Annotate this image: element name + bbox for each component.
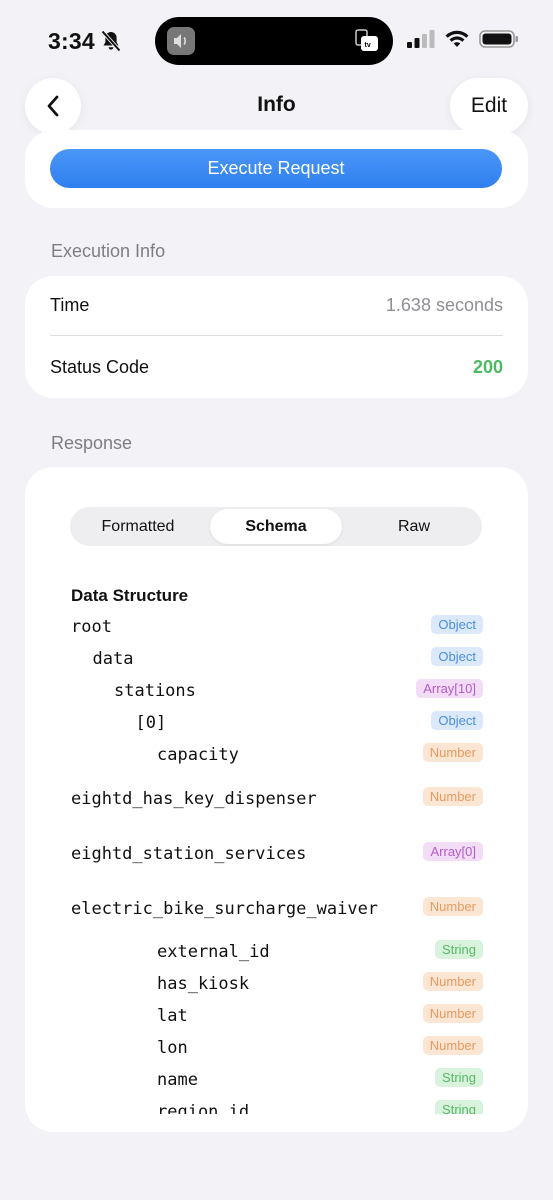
execute-request-button[interactable]: Execute Request xyxy=(50,149,502,188)
schema-row[interactable]: external_id String xyxy=(25,940,528,974)
schema-type-badge: Number xyxy=(422,1036,483,1055)
response-header: Response xyxy=(51,433,133,453)
schema-type-badge: Number xyxy=(422,743,483,762)
dynamic-island[interactable]: tv xyxy=(155,17,393,65)
wifi-icon xyxy=(445,30,469,47)
schema-row[interactable]: root Object xyxy=(25,615,528,649)
execution-info-header: Execution Info xyxy=(51,241,166,261)
schema-type-badge: Number xyxy=(422,1004,483,1023)
battery-icon xyxy=(479,30,518,48)
schema-row[interactable]: data Object xyxy=(25,647,528,681)
schema-field-name: lat xyxy=(157,1006,188,1026)
schema-field-name: eightd_station_services xyxy=(71,844,307,864)
schema-row[interactable]: name String xyxy=(25,1068,528,1102)
cellular-signal-icon xyxy=(407,30,435,48)
svg-text:tv: tv xyxy=(365,42,371,49)
schema-type-badge: Number xyxy=(422,897,483,916)
schema-field-name: external_id xyxy=(157,942,270,962)
schema-row[interactable]: capacity Number xyxy=(25,743,528,777)
schema-row[interactable]: eightd_has_key_dispenser Number xyxy=(25,787,528,821)
status-time: 3:34 xyxy=(48,28,95,54)
schema-type-badge: Object xyxy=(431,647,483,666)
schema-type-badge: Array[0] xyxy=(423,842,483,861)
schema-field-name: eightd_has_key_dispenser xyxy=(71,789,317,809)
status-code-row: Status Code 200 xyxy=(50,337,503,397)
schema-row[interactable]: has_kiosk Number xyxy=(25,972,528,1006)
schema-type-badge: Number xyxy=(422,787,483,806)
schema-field-name: stations xyxy=(114,681,196,701)
schema-row[interactable]: lon Number xyxy=(25,1036,528,1070)
page: 3:34 tv Info Edit Execute Request Execut… xyxy=(0,0,553,1200)
schema-field-name: electric_bike_surcharge_waiver xyxy=(71,899,379,919)
schema-tree[interactable]: Data Structure root Object data Object stati… xyxy=(25,467,528,1114)
schema-row[interactable]: lat Number xyxy=(25,1004,528,1038)
schema-field-name: name xyxy=(157,1070,198,1090)
schema-type-badge: Object xyxy=(431,615,483,634)
schema-row[interactable]: [0] Object xyxy=(25,711,528,745)
silent-bell-icon xyxy=(101,30,121,52)
status-code-label: Status Code xyxy=(50,356,150,377)
execution-info-card: Time 1.638 seconds Status Code 200 xyxy=(25,276,528,398)
schema-type-badge: String xyxy=(435,1100,483,1114)
schema-field-name: has_kiosk xyxy=(157,974,250,994)
schema-field-name: capacity xyxy=(157,745,239,765)
schema-type-badge: Number xyxy=(422,972,483,991)
schema-type-badge: Object xyxy=(431,711,483,730)
schema-row[interactable]: eightd_station_services Array[0] xyxy=(25,842,528,876)
schema-field-name: data xyxy=(92,649,134,669)
schema-field-name: region_id xyxy=(157,1102,250,1114)
schema-type-badge: Array[10] xyxy=(416,679,483,698)
apple-tv-remote-icon: tv xyxy=(355,29,378,51)
status-bar: 3:34 tv xyxy=(0,0,553,84)
time-row: Time 1.638 seconds xyxy=(50,276,503,336)
data-structure-title: Data Structure xyxy=(71,586,189,605)
schema-field-name: root xyxy=(71,617,112,637)
time-label: Time xyxy=(50,295,90,315)
speaker-icon xyxy=(167,27,195,55)
time-value: 1.638 seconds xyxy=(385,295,503,315)
edit-button[interactable]: Edit xyxy=(450,78,528,134)
schema-row[interactable]: region_id String xyxy=(25,1100,528,1114)
response-card: Formatted Schema Raw Data Structure root… xyxy=(25,467,528,1132)
status-icons xyxy=(407,30,519,48)
status-code-value: 200 xyxy=(472,356,503,377)
schema-type-badge: String xyxy=(435,940,483,959)
schema-row[interactable]: electric_bike_surcharge_waiver Number xyxy=(25,897,528,931)
schema-row[interactable]: stations Array[10] xyxy=(25,679,528,713)
schema-field-name: lon xyxy=(157,1038,188,1058)
schema-field-name: [0] xyxy=(135,713,167,733)
schema-type-badge: String xyxy=(435,1068,483,1087)
execute-card: Execute Request xyxy=(25,130,528,208)
